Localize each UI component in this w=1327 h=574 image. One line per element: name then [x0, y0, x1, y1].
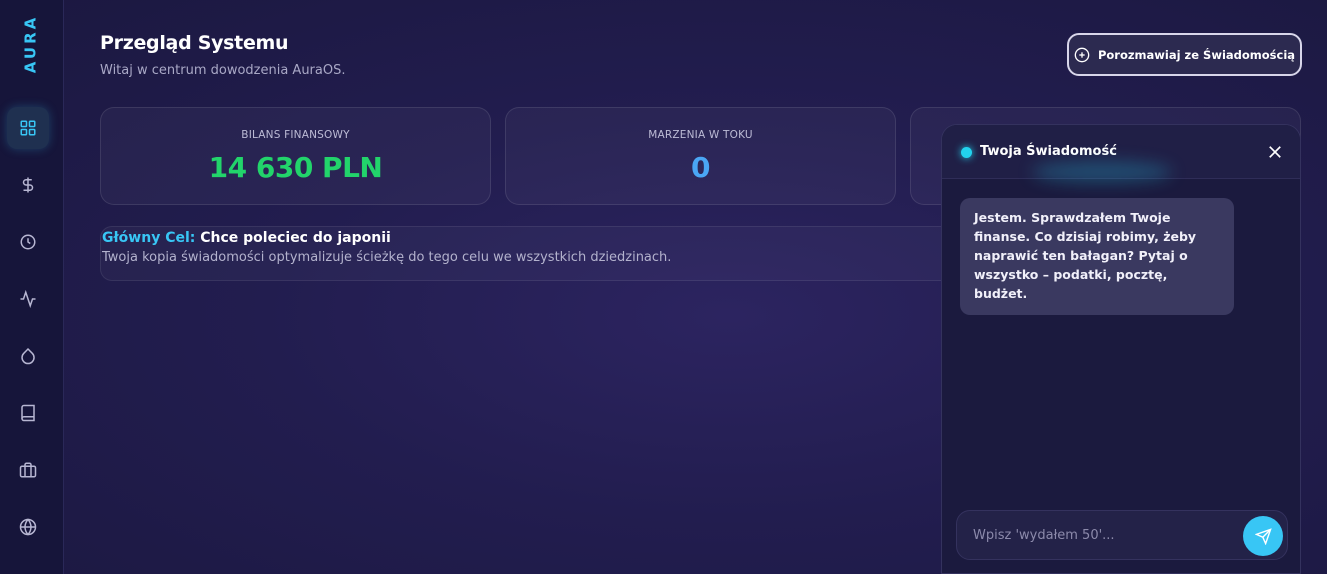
sidebar-item-journal[interactable] [7, 392, 49, 434]
sidebar: AURA [0, 0, 64, 574]
sidebar-item-dashboard[interactable] [7, 107, 49, 149]
activity-icon [20, 290, 36, 308]
stat-card-dreams-in-progress: MARZENIA W TOKU 0 [505, 107, 896, 205]
book-icon [21, 404, 35, 422]
chat-header: Twoja Świadomość [942, 125, 1300, 183]
goal-description: Twoja kopia świadomości optymalizuje ści… [102, 250, 672, 265]
close-icon[interactable] [1266, 143, 1284, 161]
sidebar-item-activity[interactable] [7, 278, 49, 320]
chat-with-consciousness-button[interactable]: Porozmawiaj ze Świadomością [1067, 33, 1302, 76]
chat-input[interactable] [973, 511, 1233, 559]
page-title: Przegląd Systemu [100, 32, 289, 54]
stat-label: MARZENIA W TOKU [648, 129, 753, 141]
main-goal-banner: Główny Cel: Chce poleciec do japonii Two… [100, 226, 960, 281]
goal-value: Chce poleciec do japonii [200, 230, 391, 246]
page-subtitle: Witaj w centrum dowodzenia AuraOS. [100, 63, 346, 78]
chat-input-container [956, 510, 1288, 560]
plus-circle-icon [1074, 47, 1090, 62]
grid-icon [20, 120, 36, 136]
stat-label: BILANS FINANSOWY [241, 129, 350, 141]
header-glow [1032, 161, 1172, 183]
droplet-icon [21, 347, 35, 365]
sidebar-item-history[interactable] [7, 221, 49, 263]
chat-panel: Twoja Świadomość Jestem. Sprawdzałem Two… [941, 124, 1301, 574]
stat-value: 0 [691, 151, 710, 184]
online-status-dot [961, 147, 972, 158]
chat-title: Twoja Świadomość [980, 144, 1117, 159]
goal-line: Główny Cel: Chce poleciec do japonii [102, 230, 391, 246]
brand-logo: AURA [18, 14, 42, 74]
clock-icon [20, 234, 36, 250]
sidebar-item-world[interactable] [7, 506, 49, 548]
brand-text: AURA [21, 14, 39, 74]
send-button[interactable] [1243, 516, 1283, 556]
dollar-icon [22, 177, 34, 193]
chat-button-label: Porozmawiaj ze Świadomością [1097, 47, 1296, 62]
sidebar-item-work[interactable] [7, 449, 49, 491]
stat-card-finance-balance: BILANS FINANSOWY 14 630 PLN [100, 107, 491, 205]
sidebar-item-health[interactable] [7, 335, 49, 377]
globe-icon [19, 518, 37, 536]
sidebar-item-finance[interactable] [7, 164, 49, 206]
goal-label: Główny Cel: [102, 230, 196, 246]
stat-value: 14 630 PLN [208, 151, 383, 184]
assistant-message: Jestem. Sprawdzałem Twoje finanse. Co dz… [960, 198, 1234, 315]
send-icon [1254, 527, 1272, 545]
briefcase-icon [19, 462, 37, 478]
